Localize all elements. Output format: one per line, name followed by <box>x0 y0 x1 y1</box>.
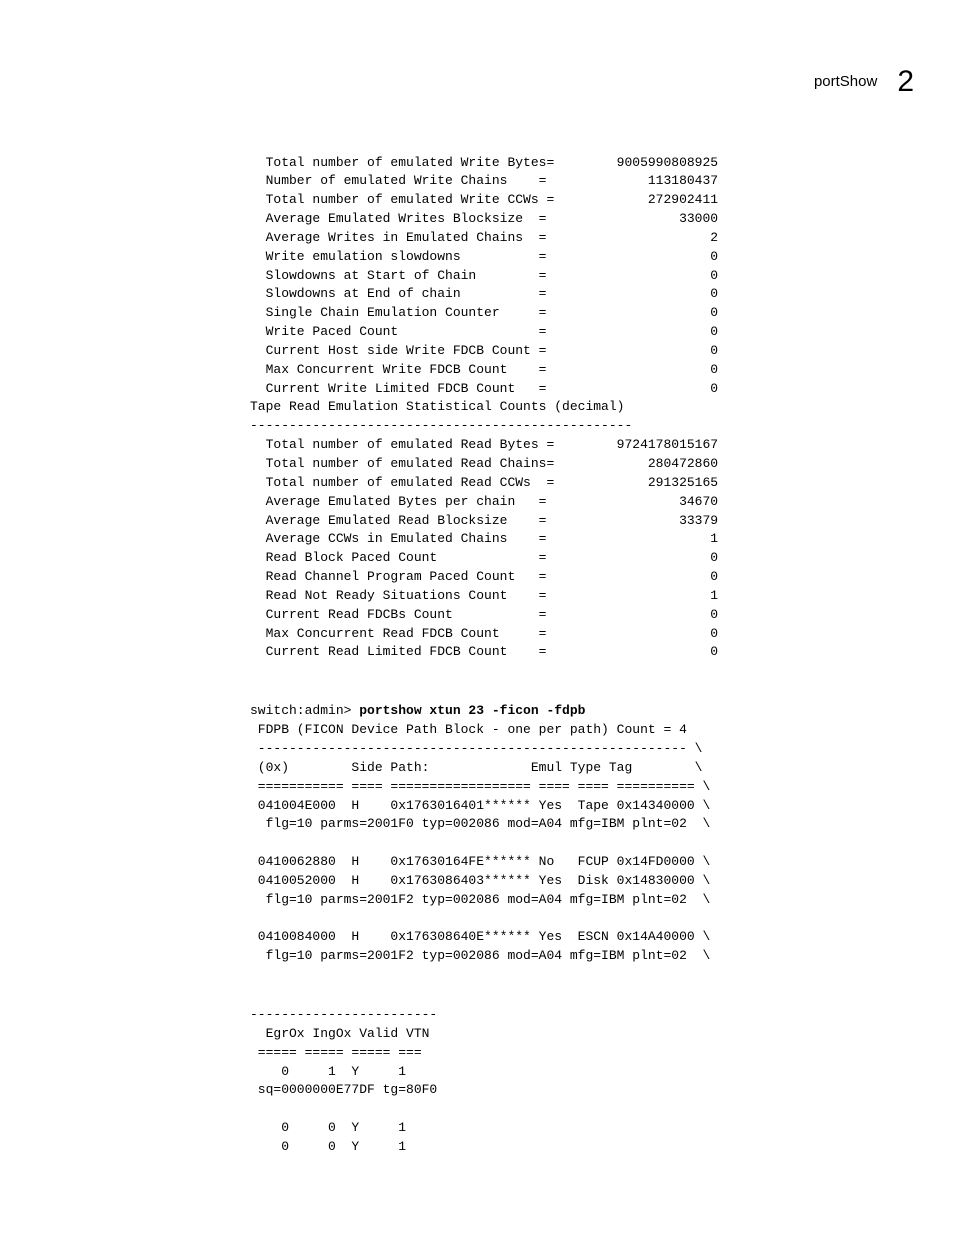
header-chapter: 2 <box>897 60 914 104</box>
read-section-sep: ----------------------------------------… <box>250 417 914 436</box>
prompt: switch:admin> <box>250 703 359 718</box>
fdpb-block: FDPB (FICON Device Path Block - one per … <box>250 721 914 966</box>
header-title: portShow <box>814 71 877 93</box>
command-text: portshow xtun 23 -ficon -fdpb <box>359 703 585 718</box>
read-section-title: Tape Read Emulation Statistical Counts (… <box>250 398 914 417</box>
command-line: switch:admin> portshow xtun 23 -ficon -f… <box>250 702 914 721</box>
tail-block: ------------------------ EgrOx IngOx Val… <box>250 1006 914 1157</box>
read-stats-block: Total number of emulated Read Bytes = 97… <box>250 436 914 662</box>
page-header: portShow 2 <box>40 60 914 104</box>
write-stats-block: Total number of emulated Write Bytes= 90… <box>250 154 914 399</box>
